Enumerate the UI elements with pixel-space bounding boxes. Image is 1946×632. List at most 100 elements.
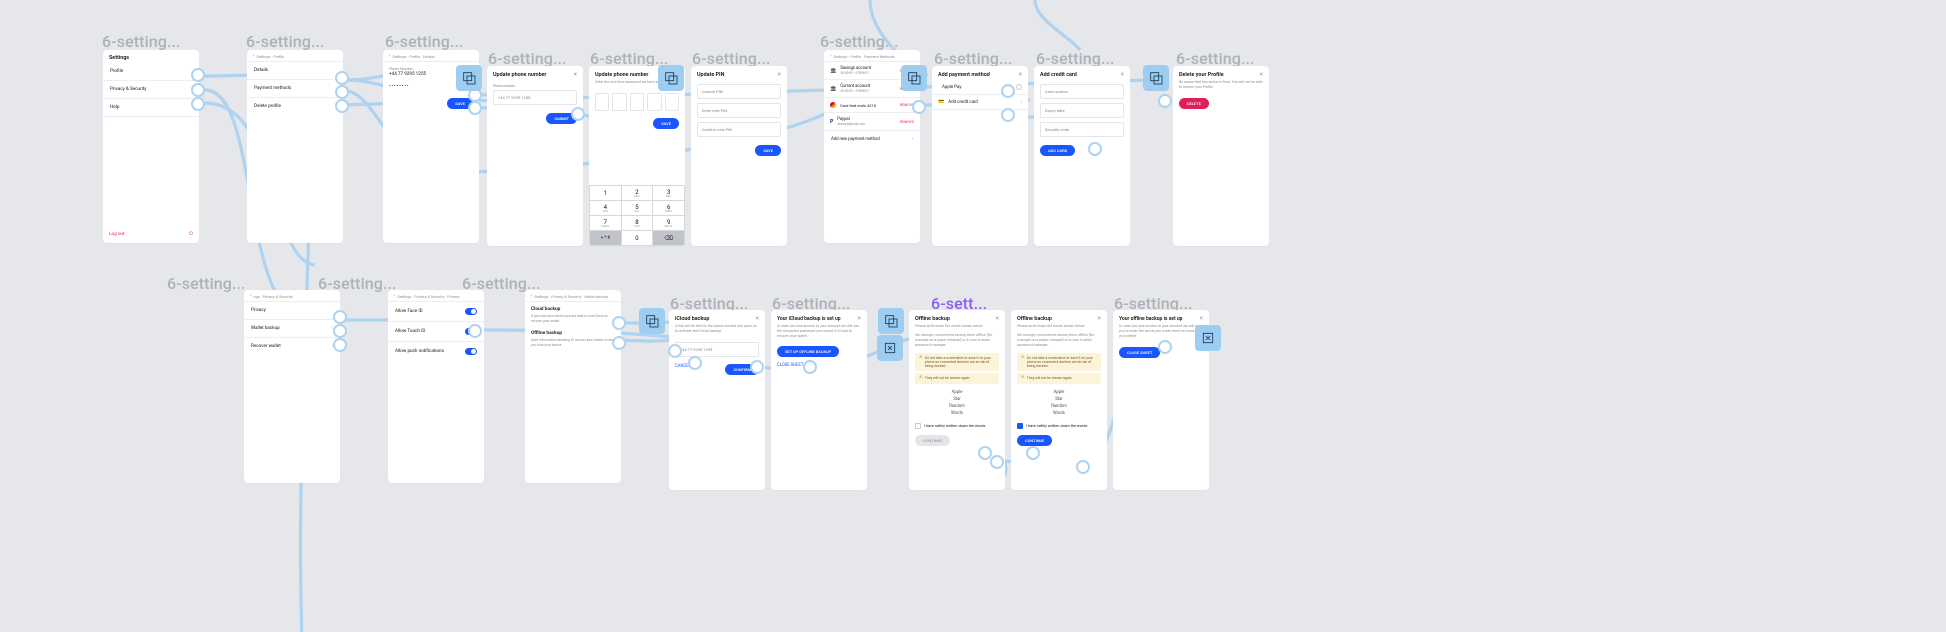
flow-handle[interactable] <box>333 324 347 338</box>
back-icon[interactable]: ‹ <box>830 54 832 59</box>
row-details[interactable]: Details <box>247 62 343 80</box>
key-0[interactable]: 0 <box>622 231 653 245</box>
screen-settings-root[interactable]: Settings Profile Privacy & Security Help… <box>103 50 199 243</box>
setup-offline-button[interactable]: SET UP OFFLINE BACKUP <box>777 346 839 357</box>
swap-instance-icon[interactable] <box>639 308 665 334</box>
row-payment-methods[interactable]: Payment methods <box>247 80 343 98</box>
logout-row[interactable]: Log out ⏻ <box>109 231 193 237</box>
flow-handle[interactable] <box>1001 108 1015 122</box>
screen-privacy[interactable]: ‹Settings · Privacy & Security · Privacy… <box>388 290 484 483</box>
cloud-backup-heading[interactable]: Cloud backup <box>525 302 621 314</box>
key-1[interactable]: 1 <box>590 186 621 200</box>
close-icon[interactable]: × <box>1121 71 1124 78</box>
back-icon[interactable]: ‹ <box>253 54 255 59</box>
confirm-pin-input[interactable]: Confirm new PIN <box>697 122 781 137</box>
save-button[interactable]: SAVE <box>653 118 679 129</box>
add-card-button[interactable]: ADD CARD <box>1040 145 1075 156</box>
numeric-keypad[interactable]: 1 2ABC 3DEF 4GHI 5JKL 6MNO 7PQRS 8TUV 9W… <box>589 185 685 246</box>
screen-add-card[interactable]: Add credit card× Card number Expiry date… <box>1034 66 1130 246</box>
card-row[interactable]: Card that ends 4218 REMOVE <box>824 98 920 113</box>
flow-handle[interactable] <box>612 316 626 330</box>
flow-handle[interactable] <box>335 85 349 99</box>
flow-handle[interactable] <box>191 83 205 97</box>
flow-handle[interactable] <box>990 455 1004 469</box>
toggle-on[interactable] <box>465 348 477 355</box>
screen-delete-profile[interactable]: Delete your Profile× Be aware that this … <box>1173 66 1269 246</box>
key-7[interactable]: 7PQRS <box>590 216 621 230</box>
close-icon[interactable]: × <box>1200 315 1203 322</box>
key-backspace[interactable]: ⌫ <box>653 231 684 245</box>
toggle-face-id[interactable]: Allow Face ID <box>388 302 484 322</box>
swap-instance-icon[interactable] <box>658 65 684 91</box>
screen-update-phone-2[interactable]: Update phone number× Enter the one-time … <box>589 66 685 246</box>
key-9[interactable]: 9WXYZ <box>653 216 684 230</box>
close-action-icon[interactable] <box>1195 325 1221 351</box>
confirm-checkbox-row[interactable]: I have safely written down the words <box>1011 420 1107 432</box>
screen-icloud-done[interactable]: Your iCloud backup is set up× In case yo… <box>771 310 867 490</box>
continue-button[interactable]: CONTINUE <box>1017 435 1052 446</box>
row-privacy-security[interactable]: Privacy & Security <box>103 81 199 99</box>
row-recover-wallet[interactable]: Recover wallet› <box>244 338 340 355</box>
delete-button[interactable]: DELETE <box>1179 98 1209 109</box>
screen-icloud-backup[interactable]: iCloud backup× A link will be sent to th… <box>669 310 765 490</box>
row-privacy[interactable]: Privacy <box>244 302 340 320</box>
row-wallet-backup[interactable]: Wallet backup› <box>244 320 340 338</box>
row-help[interactable]: Help <box>103 99 199 117</box>
confirm-checkbox-row[interactable]: I have safely written down the words <box>909 420 1005 432</box>
close-sheet-button[interactable]: CLOSE SHEET <box>1119 347 1160 358</box>
breadcrumb[interactable]: ‹Settings · Privacy & Security · Wallet … <box>525 290 621 302</box>
remove-link[interactable]: REMOVE <box>900 120 914 124</box>
radio-unchecked[interactable] <box>1016 84 1022 90</box>
flow-handle[interactable] <box>668 344 682 358</box>
back-icon[interactable]: ‹ <box>389 54 391 59</box>
swap-instance-icon[interactable] <box>878 308 904 334</box>
close-action-icon[interactable] <box>877 335 903 361</box>
close-icon[interactable]: × <box>1260 71 1263 78</box>
flow-handle[interactable] <box>468 324 482 338</box>
flow-handle[interactable] <box>688 356 702 370</box>
screen-profile[interactable]: ‹Settings · Profile Details Payment meth… <box>247 50 343 243</box>
add-payment-row[interactable]: Add new payment method› <box>824 131 920 148</box>
key-3[interactable]: 3DEF <box>653 186 684 200</box>
flow-handle[interactable] <box>1158 94 1172 108</box>
flow-handle[interactable] <box>571 107 585 121</box>
card-number-input[interactable]: Card number <box>1040 84 1124 99</box>
breadcrumb[interactable]: ‹ngs · Privacy & Security <box>244 290 340 302</box>
flow-handle[interactable] <box>191 97 205 111</box>
close-icon[interactable]: × <box>778 71 781 78</box>
toggle-push[interactable]: Allow push notifications <box>388 342 484 361</box>
phone-input[interactable]: +44 77 9295 1255 <box>675 342 759 357</box>
screen-offline-backup-2[interactable]: Offline backup× Please write down the wo… <box>1011 310 1107 490</box>
otp-input-group[interactable] <box>589 89 685 115</box>
flow-handle[interactable] <box>335 71 349 85</box>
flow-handle[interactable] <box>333 310 347 324</box>
current-pin-input[interactable]: Current PIN <box>697 84 781 99</box>
flow-handle[interactable] <box>750 360 764 374</box>
breadcrumb[interactable]: ‹Settings · Privacy & Security · Privacy <box>388 290 484 302</box>
new-pin-input[interactable]: Enter new PIN <box>697 103 781 118</box>
close-icon[interactable]: × <box>996 315 999 322</box>
flow-handle[interactable] <box>803 360 817 374</box>
flow-handle[interactable] <box>1001 84 1015 98</box>
key-4[interactable]: 4GHI <box>590 201 621 215</box>
key-5[interactable]: 5JKL <box>622 201 653 215</box>
flow-handle[interactable] <box>1158 340 1172 354</box>
close-icon[interactable]: × <box>1019 71 1022 78</box>
close-icon[interactable]: × <box>858 315 861 322</box>
breadcrumb[interactable]: ‹Settings · Profile <box>247 50 343 62</box>
screen-wallet-backup[interactable]: ‹Settings · Privacy & Security · Wallet … <box>525 290 621 483</box>
toggle-on[interactable] <box>465 308 477 315</box>
flow-handle[interactable] <box>912 100 926 114</box>
save-button[interactable]: SAVE <box>755 145 781 156</box>
flow-handle[interactable] <box>191 68 205 82</box>
breadcrumb[interactable]: ‹Settings · Profile · Details <box>383 50 479 62</box>
close-icon[interactable]: × <box>574 71 577 78</box>
close-icon[interactable]: × <box>756 315 759 322</box>
close-icon[interactable]: × <box>1098 315 1101 322</box>
back-icon[interactable]: ‹ <box>394 294 396 299</box>
swap-instance-icon[interactable] <box>456 65 482 91</box>
option-credit-card[interactable]: 💳 Add credit card › <box>932 95 1028 110</box>
flow-handle[interactable] <box>1026 446 1040 460</box>
checkbox-unchecked[interactable] <box>915 423 921 429</box>
screen-privacy-security[interactable]: ‹ngs · Privacy & Security Privacy Wallet… <box>244 290 340 483</box>
